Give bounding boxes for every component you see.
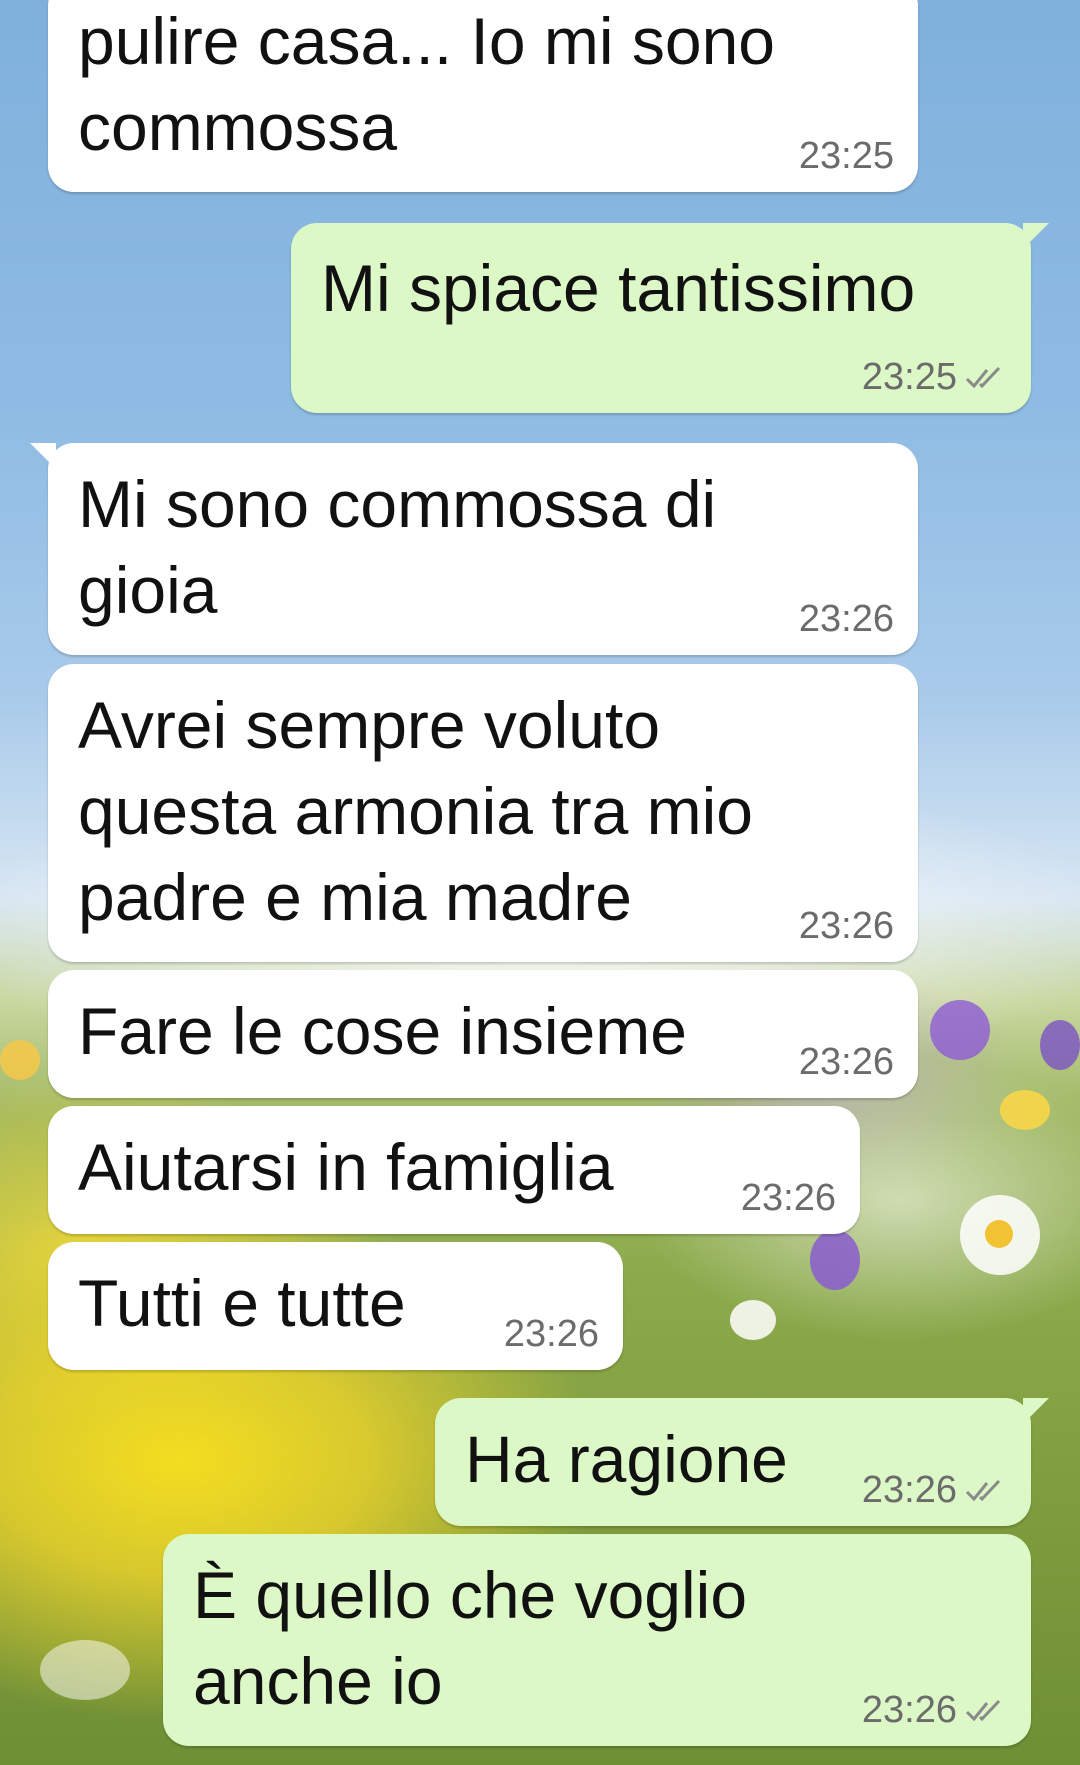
message-time: 23:25 [861, 356, 957, 398]
message-bubble-incoming[interactable]: Aiutarsi in famiglia 23:26 [48, 1106, 860, 1234]
message-time: 23:26 [503, 1313, 599, 1355]
message-text: Aiutarsi in famiglia [78, 1130, 614, 1204]
message-bubble-incoming[interactable]: Avrei sempre voluto questa armonia tra m… [48, 664, 918, 962]
double-check-icon [965, 1698, 1007, 1724]
message-time: 23:26 [798, 905, 894, 947]
double-check-icon [965, 365, 1007, 391]
message-text: Mi sono commossa di gioia [78, 467, 717, 627]
message-meta: 23:26 [799, 1041, 894, 1084]
double-check-icon [965, 1478, 1007, 1504]
message-bubble-incoming[interactable]: pulire casa... Io mi sono commossa 23:25 [48, 0, 918, 192]
message-meta: 23:26 [862, 1469, 1007, 1512]
bubble-tail [1023, 223, 1049, 249]
message-meta: 23:26 [862, 1689, 1007, 1732]
message-meta: 23:26 [799, 905, 894, 948]
message-bubble-outgoing[interactable]: È quello che voglio anche io 23:26 [163, 1534, 1031, 1746]
chat-message-list[interactable]: pulire casa... Io mi sono commossa 23:25… [0, 0, 1080, 1765]
message-time: 23:26 [740, 1177, 836, 1219]
message-time: 23:26 [798, 1041, 894, 1083]
message-bubble-incoming[interactable]: Fare le cose insieme 23:26 [48, 970, 918, 1098]
message-meta: 23:25 [862, 356, 1007, 399]
message-text: pulire casa... Io mi sono commossa [78, 4, 775, 164]
message-text: Mi spiace tantissimo [321, 251, 916, 325]
message-meta: 23:26 [741, 1177, 836, 1220]
message-time: 23:26 [861, 1469, 957, 1511]
bubble-tail [1023, 1398, 1049, 1424]
message-time: 23:26 [798, 598, 894, 640]
message-time: 23:26 [861, 1689, 957, 1731]
message-meta: 23:26 [504, 1313, 599, 1356]
message-bubble-incoming[interactable]: Tutti e tutte 23:26 [48, 1242, 623, 1370]
message-time: 23:25 [798, 135, 894, 177]
message-meta: 23:25 [799, 135, 894, 178]
bubble-tail [30, 443, 56, 469]
message-bubble-incoming[interactable]: Mi sono commossa di gioia 23:26 [30, 443, 918, 655]
message-bubble-outgoing[interactable]: Ha ragione 23:26 [435, 1398, 1049, 1526]
message-meta: 23:26 [799, 598, 894, 641]
message-text: Avrei sempre voluto questa armonia tra m… [78, 688, 753, 934]
message-bubble-outgoing[interactable]: Mi spiace tantissimo 23:25 [291, 223, 1049, 413]
message-text: Fare le cose insieme [78, 994, 687, 1068]
